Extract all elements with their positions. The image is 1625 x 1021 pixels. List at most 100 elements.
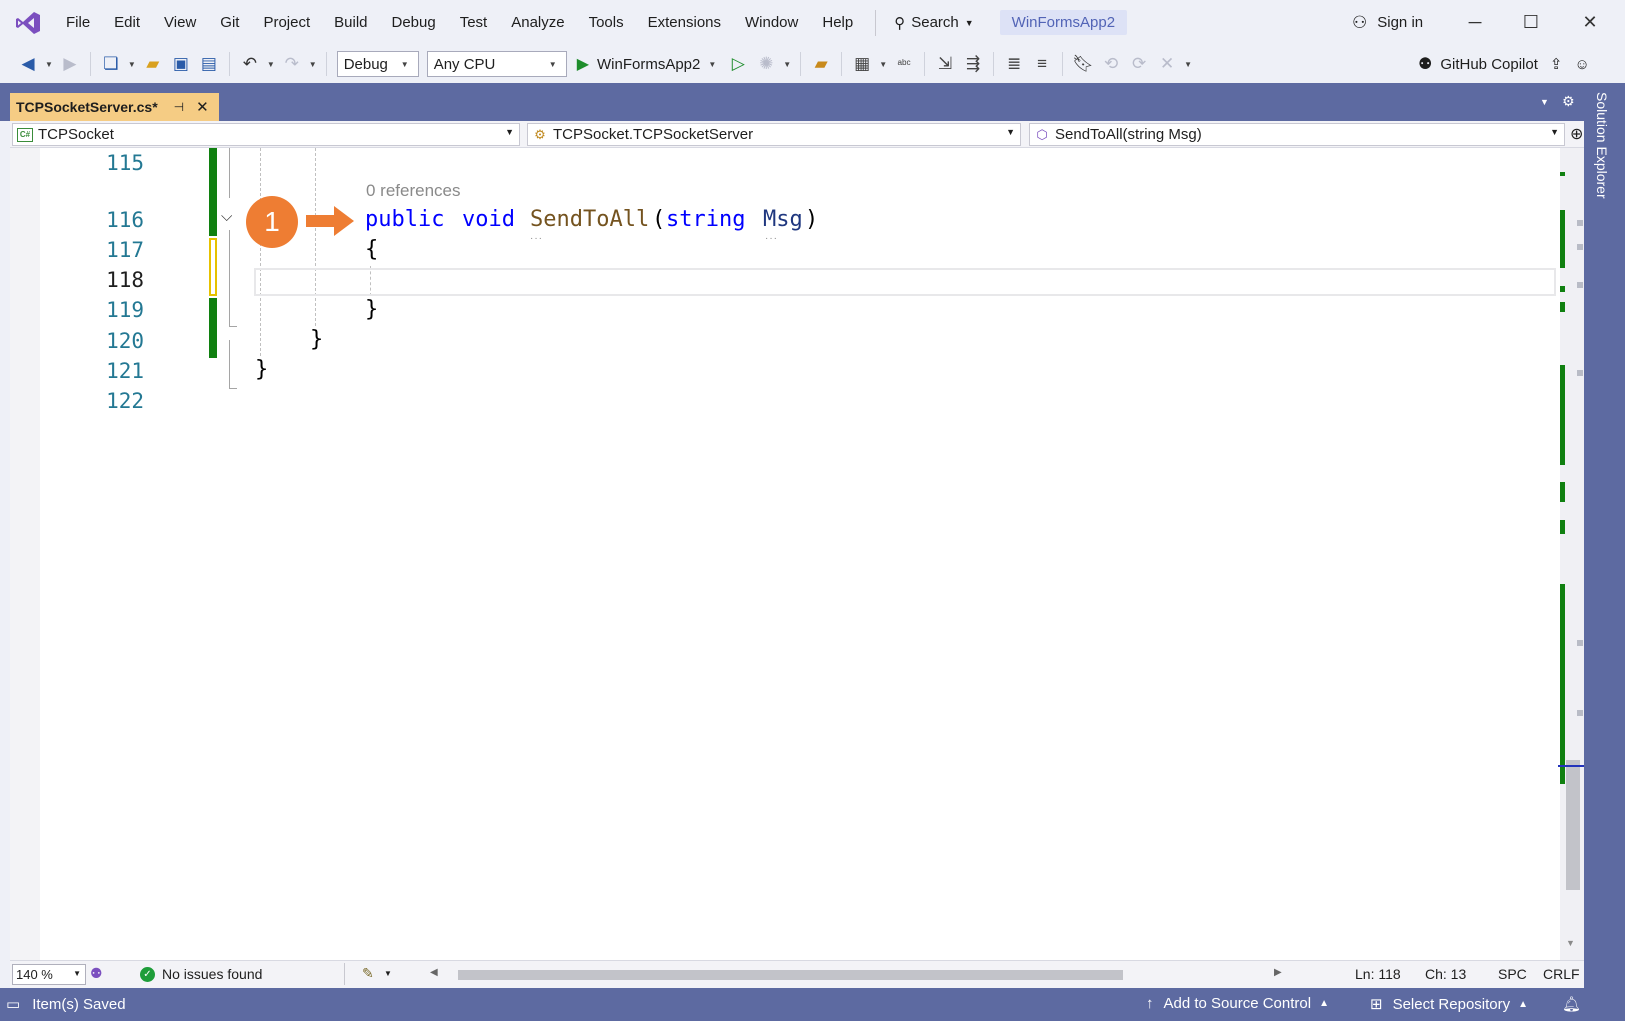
column-indicator[interactable]: Ch: 13 (1425, 966, 1466, 982)
collapse-region-icon[interactable]: ⌵ (221, 208, 232, 225)
type-select[interactable]: ⚙ TCPSocket.TCPSocketServer ▼ (527, 123, 1021, 146)
keyword-void: void (462, 207, 515, 232)
glyph-margin[interactable] (10, 148, 40, 960)
configuration-select[interactable]: Debug ▼ (336, 51, 419, 77)
undo-icon[interactable]: ↶ (237, 51, 263, 77)
bookmark-icon[interactable]: 🔖︎ (1070, 51, 1096, 77)
share-icon[interactable]: ⇪ (1550, 55, 1563, 73)
line-number: 120 (106, 329, 144, 353)
hot-reload-icon[interactable]: ✺ (753, 51, 779, 77)
clear-bookmarks-icon[interactable]: ✕ (1154, 51, 1180, 77)
whitespace-indicator[interactable]: SPC (1498, 966, 1527, 982)
browse-folder-icon[interactable]: ▰ (808, 51, 834, 77)
zoom-value: 140 % (16, 967, 53, 982)
project-select[interactable]: C# TCPSocket ▼ (12, 123, 520, 146)
codelens-references[interactable]: 0 references (366, 181, 461, 201)
next-bookmark-icon[interactable]: ⟳ (1126, 51, 1152, 77)
layout-icon[interactable]: ▦ (849, 51, 875, 77)
layout-dropdown-icon[interactable]: ▼ (879, 60, 887, 69)
code-cleanup-icon[interactable]: ✎ (362, 965, 374, 982)
scroll-right-icon[interactable]: ▶ (1274, 967, 1282, 978)
menu-project[interactable]: Project (251, 0, 322, 45)
save-all-icon[interactable]: ▤ (196, 51, 222, 77)
chevron-up-icon: ▲ (1518, 998, 1529, 1010)
menu-extensions[interactable]: Extensions (636, 0, 733, 45)
suggestion-dots: ··· (530, 233, 543, 244)
back-dropdown-icon[interactable]: ▼ (45, 60, 53, 69)
sign-in-button[interactable]: ⚇ Sign in (1352, 0, 1423, 45)
redo-icon[interactable]: ↷ (279, 51, 305, 77)
menu-analyze[interactable]: Analyze (499, 0, 576, 45)
copilot-status-icon[interactable]: ⚉ (90, 965, 103, 982)
document-tab[interactable]: TCPSocketServer.cs* ⊣ ✕ (10, 93, 219, 121)
add-to-source-control-button[interactable]: ↑ Add to Source Control ▲ (1146, 995, 1329, 1012)
zoom-select[interactable]: 140 % ▼ (12, 964, 86, 985)
menu-git[interactable]: Git (208, 0, 251, 45)
step-into-icon[interactable]: ⇲ (932, 51, 958, 77)
toolbar-options-icon[interactable]: ▼ (1184, 60, 1192, 69)
menu-view[interactable]: View (152, 0, 208, 45)
account-icon: ⚇ (1352, 12, 1368, 32)
solution-explorer-tab[interactable]: Solution Explorer (1588, 92, 1610, 212)
settings-gear-icon[interactable]: ⚙ (1562, 93, 1575, 110)
menu-debug[interactable]: Debug (380, 0, 448, 45)
menu-build[interactable]: Build (322, 0, 379, 45)
indent-guide (260, 148, 261, 356)
horizontal-scroll-thumb[interactable] (458, 970, 1123, 980)
solution-name-badge[interactable]: WinFormsApp2 (999, 10, 1128, 35)
comment-lines-icon[interactable]: ≣ (1001, 51, 1027, 77)
search-button[interactable]: ⚲ Search ▼ (886, 14, 981, 32)
issues-label: No issues found (162, 966, 263, 982)
menu-test[interactable]: Test (448, 0, 500, 45)
menu-help[interactable]: Help (810, 0, 865, 45)
start-debugging-button[interactable]: ▶ WinFormsApp2 ▼ (577, 54, 720, 74)
previous-bookmark-icon[interactable]: ⟲ (1098, 51, 1124, 77)
chevron-down-icon: ▼ (1550, 127, 1559, 137)
line-number: 115 (106, 151, 144, 175)
member-select[interactable]: ⬡ SendToAll(string Msg) ▼ (1029, 123, 1565, 146)
tab-list-dropdown-icon[interactable]: ▼ (1540, 97, 1549, 107)
copilot-label: GitHub Copilot (1440, 55, 1538, 73)
uncomment-lines-icon[interactable]: ≡ (1029, 51, 1055, 77)
redo-dropdown-icon[interactable]: ▼ (309, 60, 317, 69)
close-tab-icon[interactable]: ✕ (196, 98, 209, 116)
menu-window[interactable]: Window (733, 0, 810, 45)
scroll-left-icon[interactable]: ◀ (430, 967, 438, 978)
menu-file[interactable]: File (54, 0, 102, 45)
suggestion-dots: ··· (765, 233, 778, 244)
open-folder-icon[interactable]: ▰ (140, 51, 166, 77)
unsaved-change-bar (209, 238, 217, 296)
editor-status-row: 140 % ▼ ⚉ ✓ No issues found ✎ ▼ ◀ ▶ Ln: … (10, 960, 1584, 988)
line-ending-indicator[interactable]: CRLF (1543, 966, 1580, 982)
platform-select[interactable]: Any CPU ▼ (426, 51, 567, 77)
select-repository-button[interactable]: ⊞ Select Repository ▲ (1370, 995, 1529, 1014)
menu-edit[interactable]: Edit (102, 0, 152, 45)
navigate-back-icon[interactable]: ◀ (15, 51, 41, 77)
undo-dropdown-icon[interactable]: ▼ (267, 60, 275, 69)
step-over-icon[interactable]: ⇶ (960, 51, 986, 77)
pin-icon[interactable]: ⊣ (174, 100, 184, 114)
feedback-icon[interactable]: ☺ (1574, 56, 1589, 73)
line-number: 119 (106, 298, 144, 322)
new-item-icon[interactable]: ❏ (98, 51, 124, 77)
spell-check-icon[interactable]: ᵃᵇᶜ (891, 51, 917, 77)
check-circle-icon: ✓ (140, 966, 155, 982)
menu-tools[interactable]: Tools (577, 0, 636, 45)
scroll-down-icon[interactable]: ▼ (1566, 938, 1575, 948)
save-icon[interactable]: ▣ (168, 51, 194, 77)
minimize-button[interactable]: ─ (1447, 0, 1503, 45)
navigate-forward-icon[interactable]: ▶ (57, 51, 83, 77)
line-indicator[interactable]: Ln: 118 (1355, 966, 1401, 982)
notifications-button[interactable]: 🔔︎ (1562, 995, 1581, 1013)
close-window-button[interactable]: ✕ (1562, 0, 1618, 45)
new-item-dropdown-icon[interactable]: ▼ (128, 60, 136, 69)
split-window-icon[interactable]: ⊕ (1570, 124, 1583, 144)
cleanup-dropdown-icon[interactable]: ▼ (384, 969, 392, 978)
vertical-scroll-thumb[interactable] (1566, 760, 1580, 890)
hot-reload-dropdown-icon[interactable]: ▼ (783, 60, 791, 69)
line-number: 122 (106, 389, 144, 413)
maximize-button[interactable]: ☐ (1503, 0, 1559, 45)
issues-indicator[interactable]: ✓ No issues found (140, 966, 262, 982)
github-copilot-button[interactable]: ⚉ GitHub Copilot ⇪ ☺ (1418, 45, 1590, 83)
start-without-debugging-icon[interactable]: ▷ (725, 51, 751, 77)
